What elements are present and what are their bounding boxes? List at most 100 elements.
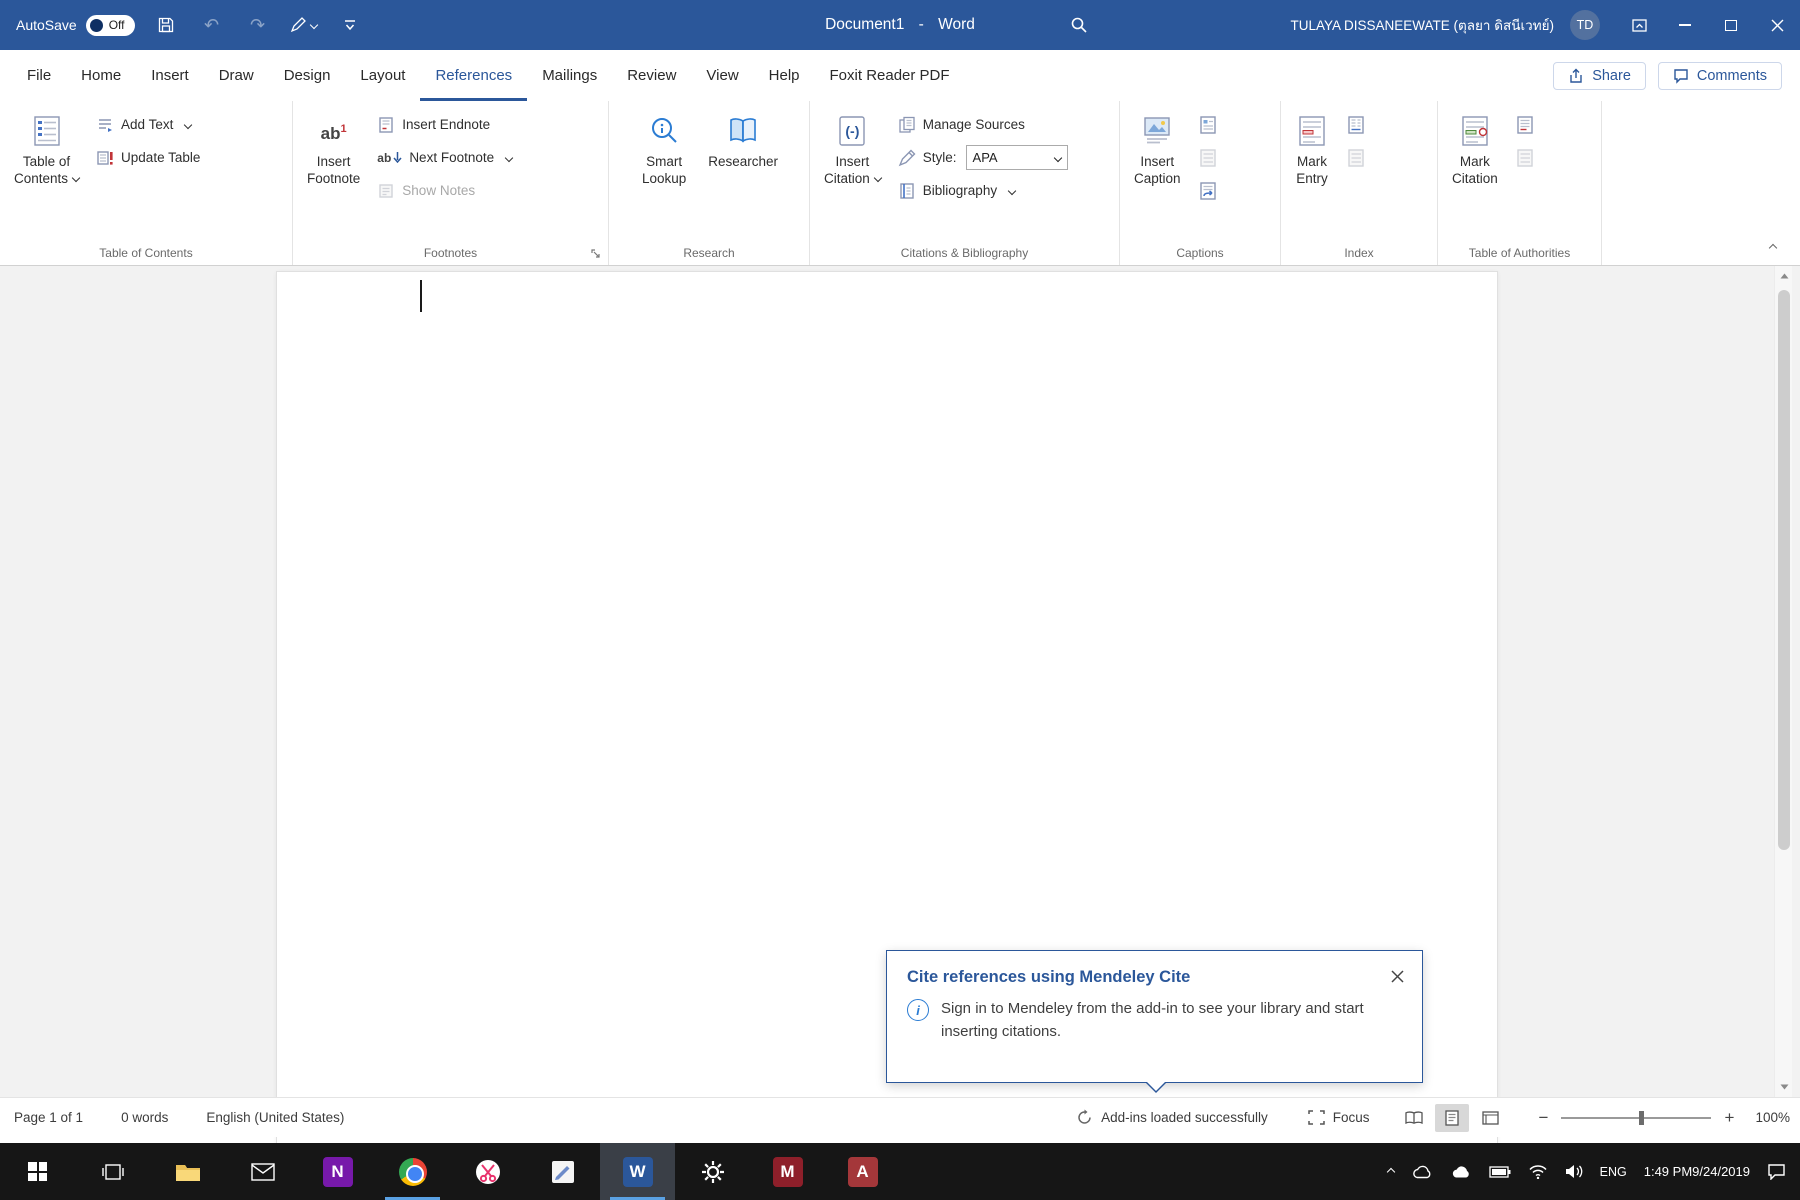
tab-foxit-reader-pdf[interactable]: Foxit Reader PDF [815,50,965,101]
insert-endnote-button[interactable]: Insert Endnote [370,108,519,141]
cross-reference-button[interactable] [1191,174,1225,207]
show-notes-button[interactable]: Show Notes [370,174,519,207]
access-button[interactable]: A [825,1143,900,1200]
onedrive-button[interactable] [1411,1164,1433,1179]
zoom-slider[interactable] [1561,1110,1712,1125]
insert-footnote-icon: ab1 [320,122,347,143]
read-mode-button[interactable] [1397,1104,1431,1132]
update-table-button[interactable]: Update Table [89,141,207,174]
word-count[interactable]: 0 words [121,1110,168,1125]
update-index-button[interactable] [1339,141,1373,174]
scroll-up-button[interactable] [1775,266,1793,286]
search-button[interactable] [1058,0,1100,50]
researcher-button[interactable]: Researcher [702,105,784,187]
redo-button[interactable]: ↷ [243,7,273,43]
update-table-of-figures-button[interactable] [1191,141,1225,174]
insert-footnote-button[interactable]: ab1 Insert Footnote [301,105,366,187]
tab-references[interactable]: References [420,50,527,101]
tab-review[interactable]: Review [612,50,691,101]
chevron-down-icon [71,173,81,183]
autosave-pill[interactable]: Off [85,14,135,36]
web-layout-button[interactable] [1473,1104,1507,1132]
insert-table-of-figures-button[interactable] [1191,108,1225,141]
close-button[interactable] [1754,0,1800,50]
scroll-down-button[interactable] [1775,1077,1793,1097]
onenote-button[interactable]: N [300,1143,375,1200]
ribbon-display-options-button[interactable] [1616,0,1662,50]
insert-citation-button[interactable]: (-) Insert Citation [818,105,887,187]
clock[interactable]: 1:49 PM 9/24/2019 [1644,1163,1750,1180]
show-hidden-icons-button[interactable] [1386,1167,1395,1176]
update-table-of-authorities-button[interactable] [1508,141,1542,174]
share-button[interactable]: Share [1553,61,1646,90]
page-indicator[interactable]: Page 1 of 1 [14,1110,83,1125]
start-button[interactable] [0,1143,75,1200]
volume-button[interactable] [1565,1164,1583,1179]
manage-sources-button[interactable]: Manage Sources [891,108,1075,141]
smart-lookup-button[interactable]: Smart Lookup [636,105,692,187]
print-layout-button[interactable] [1435,1103,1470,1132]
battery-button[interactable] [1488,1165,1511,1178]
input-language-button[interactable]: ENG [1600,1165,1627,1179]
read-mode-icon [1405,1110,1424,1124]
word-button[interactable]: W [600,1143,675,1200]
insert-table-of-authorities-button[interactable] [1508,108,1542,141]
tab-mailings[interactable]: Mailings [527,50,612,101]
mark-entry-button[interactable]: Mark Entry [1289,105,1335,187]
focus-button[interactable]: Focus [1307,1110,1369,1125]
next-footnote-button[interactable]: ab Next Footnote [370,141,519,174]
screen-capture-button[interactable] [450,1143,525,1200]
notes-app-icon [551,1160,574,1183]
settings-button[interactable] [675,1143,750,1200]
chevron-down-icon [1053,153,1062,162]
callout-close-button[interactable] [1386,965,1408,987]
tab-home[interactable]: Home [66,50,136,101]
tab-layout[interactable]: Layout [345,50,420,101]
table-of-contents-button[interactable]: Table of Contents [8,105,85,187]
task-view-button[interactable] [75,1143,150,1200]
comments-button[interactable]: Comments [1657,61,1782,90]
undo-button[interactable]: ↶ [197,7,227,43]
tab-draw[interactable]: Draw [204,50,269,101]
tab-view[interactable]: View [691,50,753,101]
collapse-ribbon-button[interactable] [1762,239,1784,257]
minimize-button[interactable] [1662,0,1708,50]
bibliography-button[interactable]: Bibliography [891,174,1075,207]
save-button[interactable] [151,7,181,43]
zoom-level[interactable]: 100% [1755,1110,1790,1125]
mendeley-button[interactable]: M [750,1143,825,1200]
autosave-toggle[interactable]: AutoSave Off [16,14,135,36]
style-dropdown[interactable]: APA [965,145,1068,170]
tab-help[interactable]: Help [754,50,815,101]
maximize-button[interactable] [1708,0,1754,50]
insert-index-button[interactable] [1339,108,1373,141]
tab-design[interactable]: Design [269,50,346,101]
vertical-scrollbar[interactable] [1774,266,1792,1097]
zoom-in-button[interactable]: + [1721,1108,1737,1128]
mark-citation-button[interactable]: Mark Citation [1446,105,1504,187]
minimize-icon [1679,24,1691,26]
tab-insert[interactable]: Insert [136,50,204,101]
language-indicator[interactable]: English (United States) [206,1110,344,1125]
tab-file[interactable]: File [12,50,66,101]
zoom-out-button[interactable]: − [1535,1108,1551,1128]
group-index: Mark Entry Index [1281,101,1438,265]
customize-quick-access-icon [344,20,355,31]
zoom-slider-thumb[interactable] [1639,1110,1645,1125]
insert-caption-button[interactable]: Insert Caption [1128,105,1187,187]
customize-quick-access-button[interactable] [335,7,365,43]
clock-time: 1:49 PM [1643,1164,1693,1179]
pen-input-button[interactable] [289,7,319,43]
file-explorer-button[interactable] [150,1143,225,1200]
add-text-button[interactable]: Add Text [89,108,207,141]
action-center-button[interactable] [1767,1163,1786,1180]
avatar[interactable]: TD [1570,10,1600,40]
cloud-sync-button[interactable] [1450,1164,1472,1179]
network-button[interactable] [1528,1164,1548,1179]
mail-button[interactable] [225,1143,300,1200]
scrollbar-thumb[interactable] [1778,290,1790,850]
windows-logo-icon [28,1162,47,1181]
notes-app-button[interactable] [525,1143,600,1200]
account-name[interactable]: TULAYA DISSANEEWATE (ตุลยา ดิสนีเวทย์) [1290,14,1554,36]
chrome-button[interactable] [375,1143,450,1200]
